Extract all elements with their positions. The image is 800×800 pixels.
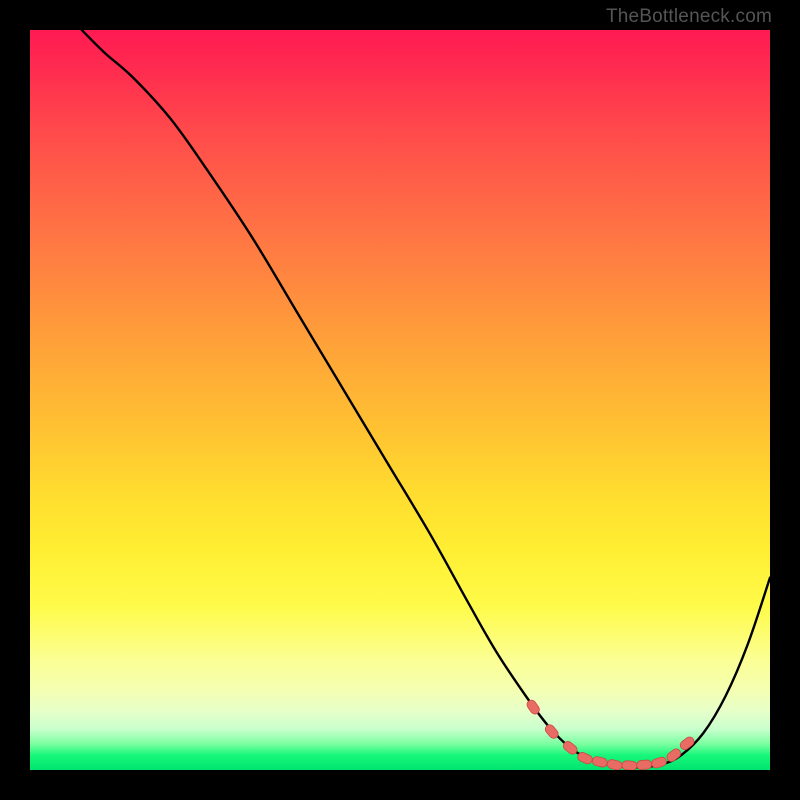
marker [650, 756, 667, 769]
marker [576, 751, 593, 765]
curve-layer [30, 30, 770, 770]
marker [665, 747, 682, 763]
marker [525, 698, 541, 715]
marker [591, 756, 608, 768]
marker [606, 759, 623, 770]
watermark-text: TheBottleneck.com [606, 6, 772, 28]
marker [678, 735, 695, 751]
bottleneck-curve [82, 30, 770, 767]
marker [636, 760, 652, 770]
marker [562, 740, 579, 756]
marker [622, 760, 638, 770]
trough-markers [525, 698, 696, 770]
marker [543, 723, 560, 740]
gradient-plot-area [30, 30, 770, 770]
chart-container: TheBottleneck.com [0, 0, 800, 800]
